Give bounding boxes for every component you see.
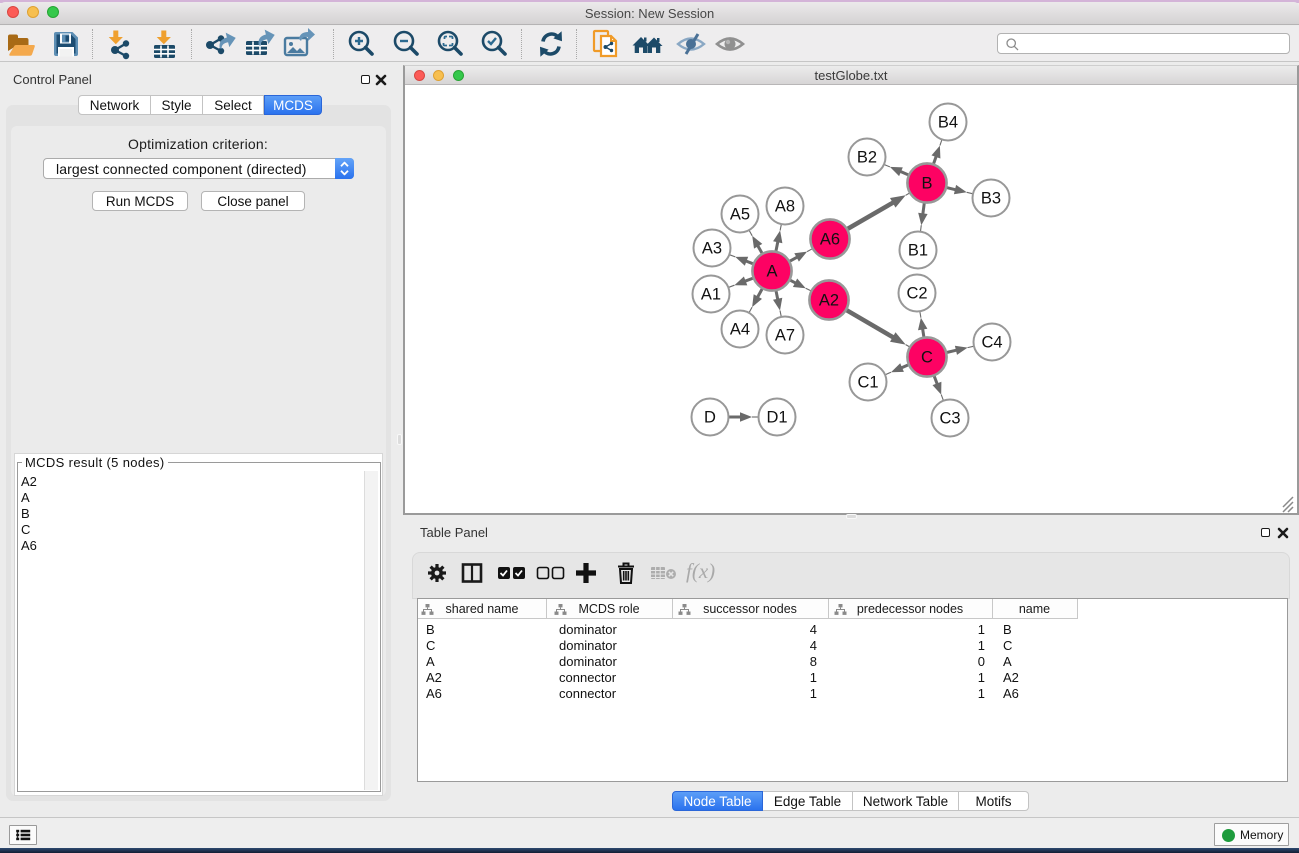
svg-text:C: C [921,349,933,367]
svg-text:A5: A5 [730,206,750,224]
svg-text:A7: A7 [775,327,795,345]
svg-text:A6: A6 [820,231,840,249]
svg-text:C1: C1 [857,374,878,392]
svg-text:A2: A2 [819,292,839,310]
svg-text:B4: B4 [938,114,958,132]
svg-text:D1: D1 [766,409,787,427]
svg-text:D: D [704,409,716,427]
svg-text:C2: C2 [906,285,927,303]
svg-text:A3: A3 [702,240,722,258]
svg-text:B1: B1 [908,242,928,260]
svg-text:A4: A4 [730,321,750,339]
svg-text:B2: B2 [857,149,877,167]
svg-text:C4: C4 [981,334,1002,352]
svg-text:A: A [766,263,777,281]
svg-text:A8: A8 [775,198,795,216]
svg-text:B: B [921,175,932,193]
svg-text:C3: C3 [939,410,960,428]
svg-text:B3: B3 [981,190,1001,208]
svg-text:A1: A1 [701,286,721,304]
